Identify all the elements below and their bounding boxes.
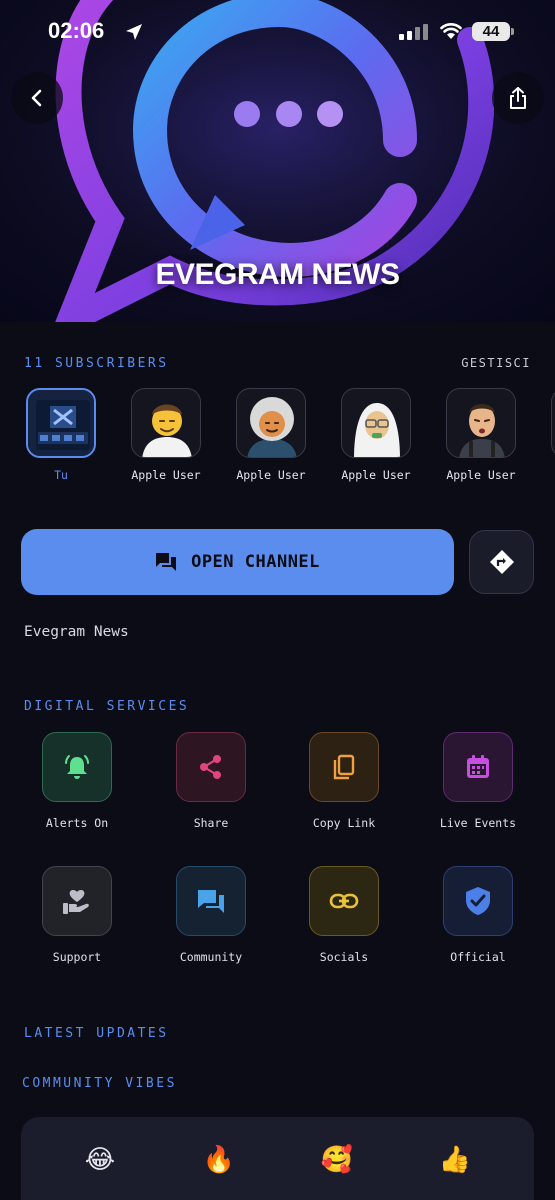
bell-icon	[65, 755, 89, 779]
service-label: Alerts On	[45, 816, 109, 830]
services-title: DIGITAL SERVICES	[24, 699, 190, 714]
avatar	[551, 388, 555, 458]
location-arrow-icon	[126, 24, 142, 40]
calendar-icon	[467, 755, 489, 778]
service-icon-box	[443, 732, 513, 802]
service-label: Socials	[319, 950, 369, 964]
reaction-love[interactable]: 🥰	[317, 1140, 357, 1180]
subscriber-item[interactable]: Apple User	[121, 388, 211, 482]
service-icon-box	[176, 866, 246, 936]
avatar	[341, 388, 411, 458]
directions-icon	[489, 550, 514, 574]
chat-bubbles-icon	[156, 553, 177, 571]
service-icon-box	[443, 866, 513, 936]
memoji-avatar	[247, 397, 297, 457]
service-share[interactable]: Share	[156, 732, 266, 830]
service-support[interactable]: Support	[22, 866, 132, 964]
service-label: Copy Link	[312, 816, 376, 830]
reaction-thumbs-up[interactable]: 👍	[435, 1140, 475, 1180]
link-icon	[329, 893, 359, 909]
reaction-laugh[interactable]: 😂	[80, 1140, 120, 1180]
shield-check-icon	[466, 887, 490, 915]
manage-subscribers-link[interactable]: GESTISCI	[461, 356, 531, 370]
subscriber-name: Tu	[54, 468, 68, 482]
memoji-avatar	[354, 403, 400, 457]
service-copy-link[interactable]: Copy Link	[289, 732, 399, 830]
service-label: Support	[52, 950, 102, 964]
service-label: Live Events	[439, 816, 517, 830]
service-official[interactable]: Official	[423, 866, 533, 964]
battery-tip	[511, 28, 514, 35]
back-button[interactable]	[11, 72, 63, 124]
service-label: Share	[193, 816, 229, 830]
chevron-left-icon	[31, 89, 42, 107]
service-label: Official	[450, 950, 506, 964]
service-alerts[interactable]: Alerts On	[22, 732, 132, 830]
share-button[interactable]	[492, 72, 544, 124]
subscriber-item[interactable]: Tu	[26, 388, 106, 482]
subscriber-name: Apple User	[341, 468, 411, 482]
service-icon-box	[42, 866, 112, 936]
subscriber-name: Apple User	[131, 468, 201, 482]
channel-title: EVEGRAM NEWS	[155, 258, 400, 291]
subscriber-name: Apple User	[446, 468, 516, 482]
share-icon	[200, 755, 221, 779]
status-time: 02:06	[48, 18, 105, 43]
channel-description: Evegram News	[24, 624, 129, 640]
subscriber-item-partial[interactable]	[541, 388, 555, 458]
support-icon	[63, 890, 89, 914]
open-channel-button[interactable]: OPEN CHANNEL	[21, 529, 454, 595]
directions-button[interactable]	[469, 530, 534, 594]
subscribers-list[interactable]: Tu Apple User Apple User Apple User Appl…	[26, 388, 555, 488]
community-vibes-title: COMMUNITY VIBES	[22, 1076, 177, 1091]
service-icon-box	[309, 732, 379, 802]
avatar	[446, 388, 516, 458]
reaction-fire[interactable]: 🔥	[199, 1140, 239, 1180]
service-icon-box	[309, 866, 379, 936]
copy-icon	[333, 754, 355, 780]
channel-hero: 02:06 44 EVEGRAM NEWS	[0, 0, 555, 322]
memoji-avatar	[142, 404, 192, 457]
latest-updates-title: LATEST UPDATES	[24, 1026, 169, 1041]
battery-indicator: 44	[472, 22, 510, 41]
service-live-events[interactable]: Live Events	[423, 732, 533, 830]
share-upload-icon	[510, 87, 526, 109]
subscribers-count: 11 SUBSCRIBERS	[24, 356, 169, 371]
subscriber-item[interactable]: Apple User	[331, 388, 421, 482]
chat-icon	[198, 890, 224, 913]
subscriber-item[interactable]: Apple User	[436, 388, 526, 482]
service-icon-box	[176, 732, 246, 802]
service-socials[interactable]: Socials	[289, 866, 399, 964]
channel-thumbnail-image	[28, 390, 94, 456]
service-icon-box	[42, 732, 112, 802]
open-channel-label: OPEN CHANNEL	[191, 552, 320, 572]
service-community[interactable]: Community	[156, 866, 266, 964]
avatar	[26, 388, 96, 458]
subscriber-name: Apple User	[236, 468, 306, 482]
cellular-signal-icon	[399, 24, 428, 40]
avatar	[236, 388, 306, 458]
service-label: Community	[179, 950, 243, 964]
memoji-avatar	[459, 404, 505, 457]
avatar	[131, 388, 201, 458]
subscriber-item[interactable]: Apple User	[226, 388, 316, 482]
wifi-icon	[440, 23, 462, 39]
